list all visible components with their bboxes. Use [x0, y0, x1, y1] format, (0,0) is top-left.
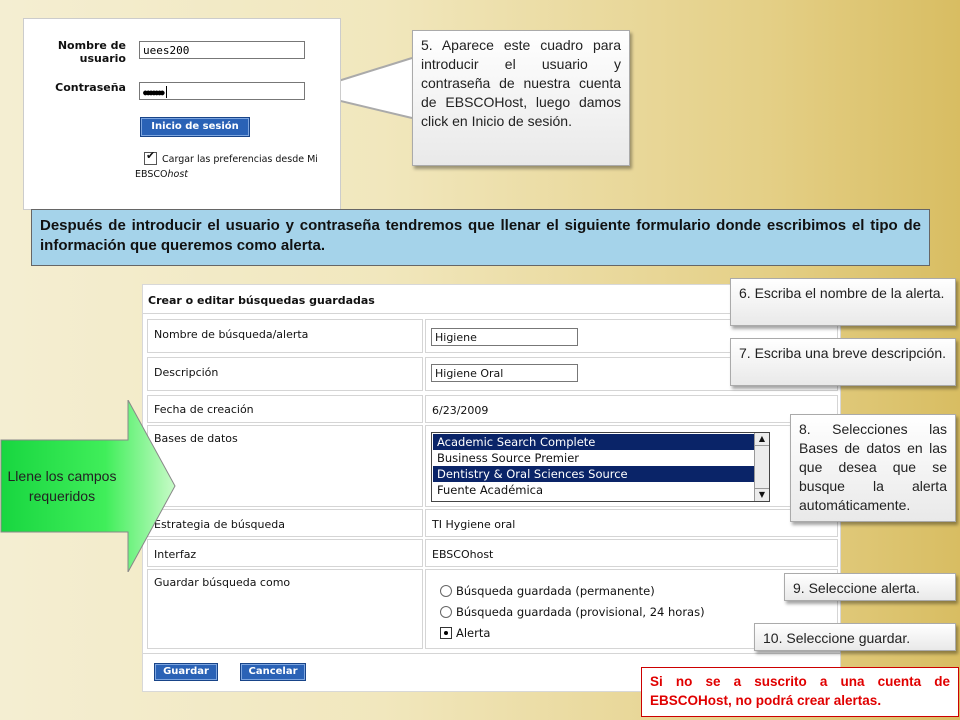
listbox-scrollbar[interactable]: ▲ ▼	[754, 433, 769, 501]
saveas-option[interactable]: Búsqueda guardada (provisional, 24 horas…	[440, 601, 705, 622]
saveas-option[interactable]: Búsqueda guardada (permanente)	[440, 580, 705, 601]
alert-name-input[interactable]: Higiene	[431, 328, 578, 346]
buttons-divider	[143, 653, 840, 654]
saveas-option-label: Búsqueda guardada (permanente)	[456, 583, 655, 598]
description-label: Descripción	[147, 357, 423, 391]
saveas-option[interactable]: Alerta	[440, 622, 705, 643]
callout-step-5: 5. Aparece este cuadro para introducir e…	[412, 30, 630, 166]
scroll-up-icon[interactable]: ▲	[755, 433, 769, 446]
scroll-down-icon[interactable]: ▼	[755, 488, 769, 501]
fill-fields-arrow: Llene los campos requeridos	[0, 400, 176, 572]
radio-icon[interactable]	[440, 584, 452, 597]
username-label: Nombre de usuario	[57, 39, 126, 65]
cancel-button[interactable]: Cancelar	[240, 663, 306, 681]
database-option[interactable]: Academic Search Complete	[433, 434, 755, 450]
password-input[interactable]: ●●●●●●●	[139, 82, 305, 100]
interface-label: Interfaz	[147, 539, 423, 567]
login-panel: Nombre de usuario uees200 Contraseña ●●●…	[23, 18, 341, 210]
database-option[interactable]: Fuente Académica	[433, 482, 755, 498]
username-input[interactable]: uees200	[139, 41, 305, 59]
signin-button[interactable]: Inicio de sesión	[140, 117, 250, 137]
databases-options: Academic Search Complete Business Source …	[433, 434, 755, 498]
radio-selected-icon[interactable]	[440, 626, 452, 639]
databases-label: Bases de datos	[147, 425, 423, 507]
name-label: Nombre de búsqueda/alerta	[147, 319, 423, 353]
database-option[interactable]: Dentistry & Oral Sciences Source	[433, 466, 755, 482]
save-button[interactable]: Guardar	[154, 663, 218, 681]
callout-step-10: 10. Seleccione guardar.	[754, 623, 956, 651]
prefs-label: Cargar las preferencias desde Mi	[162, 154, 318, 165]
callout-step-7: 7. Escriba una breve descripción.	[730, 338, 956, 386]
strategy-value: TI Hygiene oral	[425, 509, 838, 537]
prefs-label-line2: EBSCOhost	[135, 169, 189, 180]
database-option[interactable]: Business Source Premier	[433, 450, 755, 466]
saveas-option-label: Búsqueda guardada (provisional, 24 horas…	[456, 604, 705, 619]
interface-value: EBSCOhost	[425, 539, 838, 567]
callout-step-9: 9. Seleccione alerta.	[784, 573, 956, 601]
form-title: Crear o editar búsquedas guardadas	[148, 294, 375, 307]
arrow-text: Llene los campos requeridos	[7, 468, 117, 504]
description-input[interactable]: Higiene Oral	[431, 364, 578, 382]
callout-step-8: 8. Selecciones las Bases de datos en las…	[790, 414, 956, 522]
radio-icon[interactable]	[440, 605, 452, 618]
strategy-label: Estrategia de búsqueda	[147, 509, 423, 537]
instruction-banner: Después de introducir el usuario y contr…	[31, 209, 930, 266]
password-label: Contraseña	[55, 81, 126, 94]
check-icon: ✔	[146, 150, 156, 162]
databases-row-cell: Academic Search Complete Business Source …	[425, 425, 838, 507]
prefs-checkbox[interactable]: ✔	[144, 150, 157, 165]
saveas-label: Guardar búsqueda como	[147, 569, 423, 649]
callout-step-6: 6. Escriba el nombre de la alerta.	[730, 278, 956, 326]
saveas-radio-group: Búsqueda guardada (permanente) Búsqueda g…	[440, 580, 705, 643]
date-label: Fecha de creación	[147, 395, 423, 423]
date-value: 6/23/2009	[425, 395, 838, 423]
saveas-option-label: Alerta	[456, 625, 491, 640]
password-mask: ●●●●●●●	[143, 88, 165, 97]
databases-listbox[interactable]: Academic Search Complete Business Source …	[431, 432, 770, 502]
subscription-warning: Si no se a suscrito a una cuenta de EBSC…	[641, 667, 959, 717]
